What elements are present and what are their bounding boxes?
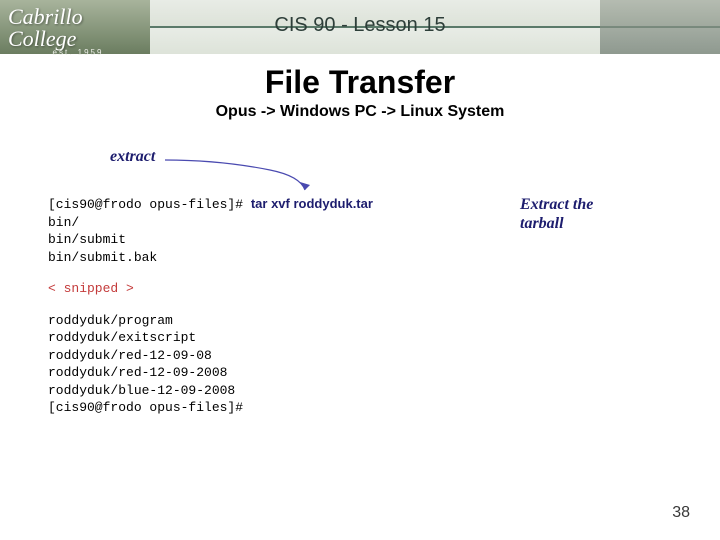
output-line: bin/ — [48, 214, 373, 232]
annotation-line: Extract the — [520, 195, 593, 214]
terminal-line: [cis90@frodo opus-files]# tar xvf roddyd… — [48, 195, 373, 214]
prompt: [cis90@frodo opus-files]# — [48, 399, 373, 417]
prompt: [cis90@frodo opus-files]# — [48, 197, 251, 212]
tar-command: tar xvf roddyduk.tar — [251, 196, 373, 211]
page-title: File Transfer — [0, 64, 720, 101]
output-line: roddyduk/red-12-09-2008 — [48, 364, 373, 382]
page-number: 38 — [672, 504, 690, 522]
annotation: Extract the tarball — [520, 195, 593, 233]
page-subtitle: Opus -> Windows PC -> Linux System — [0, 103, 720, 121]
output-line: bin/submit.bak — [48, 249, 373, 267]
output-line: roddyduk/blue-12-09-2008 — [48, 382, 373, 400]
output-line: roddyduk/exitscript — [48, 329, 373, 347]
lesson-title: CIS 90 - Lesson 15 — [0, 14, 720, 37]
header-band: Cabrillo College est. 1959 CIS 90 - Less… — [0, 0, 720, 54]
terminal-block: [cis90@frodo opus-files]# tar xvf roddyd… — [48, 195, 373, 417]
snipped-marker: < snipped > — [48, 280, 373, 298]
output-line: roddyduk/red-12-09-08 — [48, 347, 373, 365]
extract-label: extract — [110, 148, 155, 166]
output-line: roddyduk/program — [48, 312, 373, 330]
output-line: bin/submit — [48, 231, 373, 249]
annotation-line: tarball — [520, 214, 593, 233]
